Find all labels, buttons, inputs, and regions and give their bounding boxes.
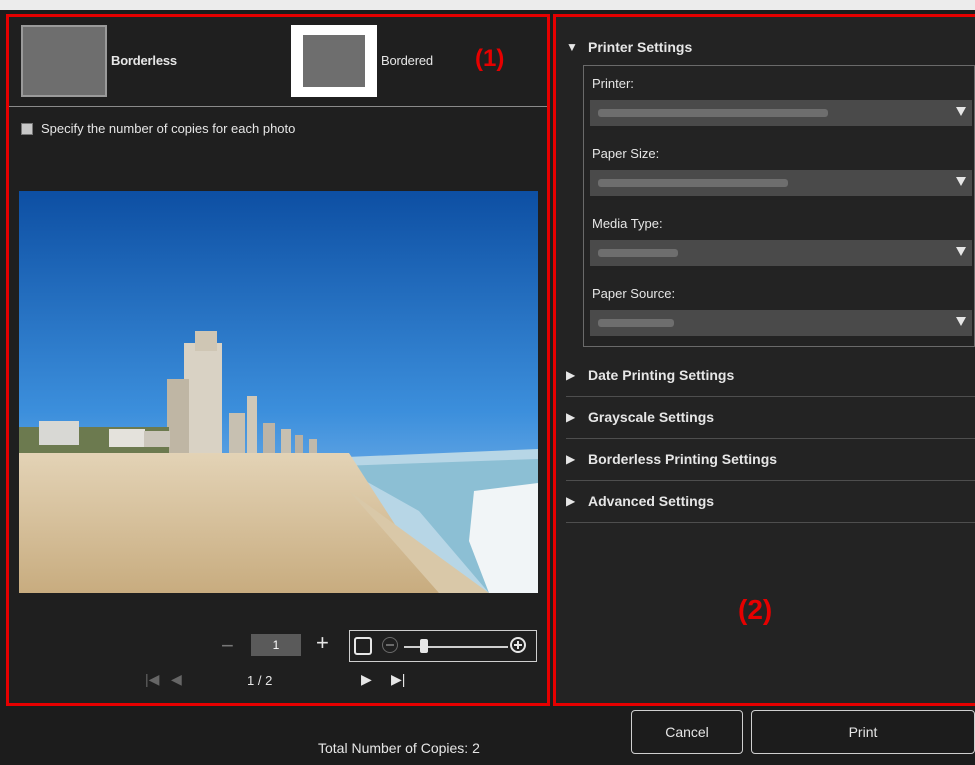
callout-1: (1) (475, 45, 505, 72)
printer-label: Printer: (592, 76, 634, 91)
media-type-label: Media Type: (592, 216, 663, 231)
borderless-printing-settings-title: Borderless Printing Settings (588, 451, 778, 467)
paper-source-label: Paper Source: (592, 286, 676, 301)
printer-value-obscured (598, 109, 828, 117)
printer-settings-header[interactable]: ▼ Printer Settings (566, 39, 692, 55)
dropdown-caret-icon (956, 317, 966, 326)
media-type-value-obscured (598, 249, 678, 257)
bordered-layout-label[interactable]: Bordered (381, 53, 433, 68)
dropdown-caret-icon (956, 177, 966, 186)
paper-source-value-obscured (598, 319, 674, 327)
decrease-copies-button[interactable]: − (221, 633, 234, 659)
printer-settings-title: Printer Settings (588, 39, 693, 55)
preview-controls: − 1 + |◀ ◀ 1 / 2 ▶ ▶| (9, 627, 547, 697)
copies-per-photo-label: Specify the number of copies for each ph… (41, 121, 296, 136)
collapsed-arrow-icon: ▶ (566, 410, 576, 424)
photo-preview (19, 191, 538, 593)
zoom-slider-knob[interactable] (420, 639, 428, 653)
grayscale-settings-header[interactable]: ▶ Grayscale Settings (566, 409, 714, 425)
advanced-settings-section[interactable]: ▶ Advanced Settings (566, 481, 975, 523)
date-printing-settings-header[interactable]: ▶ Date Printing Settings (566, 367, 734, 383)
collapsed-arrow-icon: ▶ (566, 368, 576, 382)
zoom-controls (349, 630, 537, 662)
dropdown-caret-icon (956, 107, 966, 116)
copies-field[interactable]: 1 (251, 634, 301, 656)
date-printing-settings-title: Date Printing Settings (588, 367, 735, 383)
copies-per-photo-option[interactable]: Specify the number of copies for each ph… (21, 121, 295, 136)
bordered-layout-thumbnail[interactable] (291, 25, 377, 97)
rotate-icon[interactable] (354, 637, 372, 655)
first-page-icon[interactable]: |◀ (145, 671, 159, 688)
paper-source-select[interactable] (590, 310, 972, 336)
grayscale-settings-section[interactable]: ▶ Grayscale Settings (566, 397, 975, 439)
total-copies-text: Total Number of Copies: 2 (318, 740, 480, 756)
bottom-bar: Total Number of Copies: 2 Cancel Print (0, 708, 975, 765)
last-page-icon[interactable]: ▶| (391, 671, 405, 688)
callout-2: (2) (738, 594, 773, 625)
collapsed-arrow-icon: ▶ (566, 494, 576, 508)
paper-size-value-obscured (598, 179, 788, 187)
borderless-layout-thumbnail[interactable] (21, 25, 107, 97)
advanced-settings-title: Advanced Settings (588, 493, 715, 509)
expanded-arrow-icon: ▼ (566, 40, 578, 54)
zoom-out-icon[interactable] (382, 637, 398, 653)
dropdown-caret-icon (956, 247, 966, 256)
page-indicator: 1 / 2 (247, 673, 273, 688)
preview-panel: Borderless Bordered (1) Specify the numb… (6, 14, 550, 706)
layout-selector: Borderless Bordered (1) (9, 17, 547, 107)
collapsed-arrow-icon: ▶ (566, 452, 576, 466)
advanced-settings-header[interactable]: ▶ Advanced Settings (566, 493, 714, 509)
paper-size-label: Paper Size: (592, 146, 660, 161)
previous-page-icon[interactable]: ◀ (171, 671, 182, 688)
borderless-layout-label[interactable]: Borderless (111, 53, 177, 68)
print-button[interactable]: Print (751, 710, 975, 754)
bordered-thumb-inner (303, 35, 365, 87)
zoom-in-icon[interactable] (510, 637, 526, 653)
printer-settings-fields: Printer: Paper Size: Media Type: Paper S… (583, 65, 975, 347)
borderless-printing-settings-section[interactable]: ▶ Borderless Printing Settings (566, 439, 975, 481)
cancel-button[interactable]: Cancel (631, 710, 743, 754)
borderless-printing-settings-header[interactable]: ▶ Borderless Printing Settings (566, 451, 777, 467)
copies-per-photo-checkbox[interactable] (21, 122, 33, 135)
increase-copies-button[interactable]: + (316, 630, 329, 656)
printer-select[interactable] (590, 100, 972, 126)
date-printing-settings-section[interactable]: ▶ Date Printing Settings (566, 355, 975, 397)
next-page-icon[interactable]: ▶ (361, 671, 372, 688)
paper-size-select[interactable] (590, 170, 972, 196)
media-type-select[interactable] (590, 240, 972, 266)
grayscale-settings-title: Grayscale Settings (588, 409, 715, 425)
